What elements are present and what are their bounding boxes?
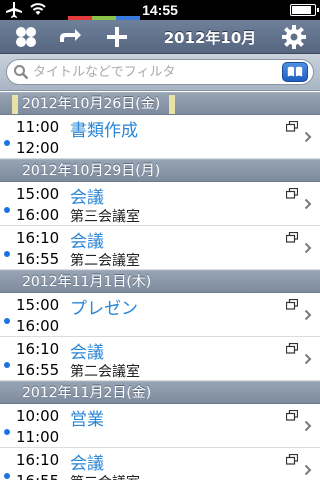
plus-icon[interactable]: [104, 24, 130, 50]
chevron-right-icon[interactable]: [304, 242, 312, 254]
calendar-dot-icon: [4, 140, 10, 146]
date-section-header: 2012年10月29日(月): [0, 159, 320, 182]
event-title: 営業: [70, 410, 104, 430]
event-end-time: 16:55: [16, 250, 60, 268]
event-location: 第二会議室: [70, 472, 140, 480]
date-section-header: 2012年10月26日(金): [0, 92, 320, 115]
copy-icon[interactable]: [286, 343, 298, 354]
section-date: 2012年10月29日(月): [22, 163, 161, 179]
calendar-dot-icon: [4, 318, 10, 324]
calendar-dot-icon: [4, 429, 10, 435]
event-title: 会議: [70, 232, 104, 252]
event-row[interactable]: 16:10 16:55 会議第二会議室: [0, 226, 320, 270]
status-time: 14:55: [142, 2, 178, 18]
today-marker: [12, 95, 18, 114]
event-end-time: 11:00: [16, 428, 60, 446]
book-icon: [287, 66, 303, 77]
event-title: 会議: [70, 454, 104, 474]
calendar-dot-icon: [4, 207, 10, 213]
calendar-dot-icon: [4, 251, 10, 257]
event-row[interactable]: 16:10 16:55 会議第二会議室: [0, 448, 320, 480]
date-section-header: 2012年11月2日(金): [0, 381, 320, 404]
search-input[interactable]: [33, 62, 273, 82]
event-row[interactable]: 15:00 16:00 プレゼン: [0, 293, 320, 337]
event-start-time: 11:00: [16, 118, 60, 136]
search-box[interactable]: [6, 59, 314, 85]
event-row[interactable]: 11:00 12:00 書類作成: [0, 115, 320, 159]
calendar-dot-icon: [4, 362, 10, 368]
apps-grid-icon[interactable]: [13, 24, 39, 50]
copy-icon[interactable]: [286, 299, 298, 310]
gear-icon[interactable]: [281, 24, 307, 50]
nav-bar: 2012年10月: [0, 20, 320, 54]
date-section-header: 2012年11月1日(木): [0, 270, 320, 293]
return-arrow-icon[interactable]: [57, 24, 83, 50]
section-date: 2012年11月1日(木): [22, 274, 152, 290]
event-title: 会議: [70, 343, 104, 363]
event-title: 書類作成: [70, 121, 138, 141]
copy-icon[interactable]: [286, 454, 298, 465]
chevron-right-icon[interactable]: [304, 131, 312, 143]
event-row[interactable]: 10:00 11:00 営業: [0, 404, 320, 448]
event-location: 第二会議室: [70, 253, 140, 269]
section-date: 2012年10月26日(金): [22, 96, 161, 112]
event-start-time: 16:10: [16, 451, 60, 469]
event-row[interactable]: 16:10 16:55 会議第二会議室: [0, 337, 320, 381]
event-end-time: 16:55: [16, 361, 60, 379]
event-location: 第二会議室: [70, 364, 140, 380]
event-start-time: 16:10: [16, 340, 60, 358]
copy-icon[interactable]: [286, 188, 298, 199]
event-list: 2012年10月26日(金) 11:00 12:00 書類作成 2012年10月29日(…: [0, 92, 320, 480]
bookmark-button[interactable]: [282, 62, 308, 82]
chevron-right-icon[interactable]: [304, 353, 312, 365]
event-start-time: 10:00: [16, 407, 60, 425]
chevron-right-icon[interactable]: [304, 309, 312, 321]
calendar-dot-icon: [4, 473, 10, 479]
today-marker: [169, 95, 175, 114]
chevron-right-icon[interactable]: [304, 464, 312, 476]
search-icon: [14, 65, 29, 80]
event-title: プレゼン: [70, 299, 138, 319]
chevron-right-icon[interactable]: [304, 198, 312, 210]
event-end-time: 16:00: [16, 206, 60, 224]
event-start-time: 15:00: [16, 185, 60, 203]
event-end-time: 16:00: [16, 317, 60, 335]
event-row[interactable]: 15:00 16:00 会議 第三会議室: [0, 182, 320, 226]
event-location: 第三会議室: [70, 209, 140, 225]
search-bar: [0, 54, 320, 91]
copy-icon[interactable]: [286, 121, 298, 132]
event-end-time: 16:55: [16, 472, 59, 480]
event-start-time: 16:10: [16, 229, 60, 247]
copy-icon[interactable]: [286, 410, 298, 421]
status-bar: 14:55: [0, 0, 320, 20]
event-title: 会議: [70, 188, 104, 208]
nav-title: 2012年10月: [163, 29, 257, 47]
copy-icon[interactable]: [286, 232, 298, 243]
section-date: 2012年11月2日(金): [22, 385, 152, 401]
chevron-right-icon[interactable]: [304, 420, 312, 432]
battery-icon: [290, 4, 319, 16]
event-end-time: 12:00: [16, 139, 60, 157]
event-start-time: 15:00: [16, 296, 60, 314]
